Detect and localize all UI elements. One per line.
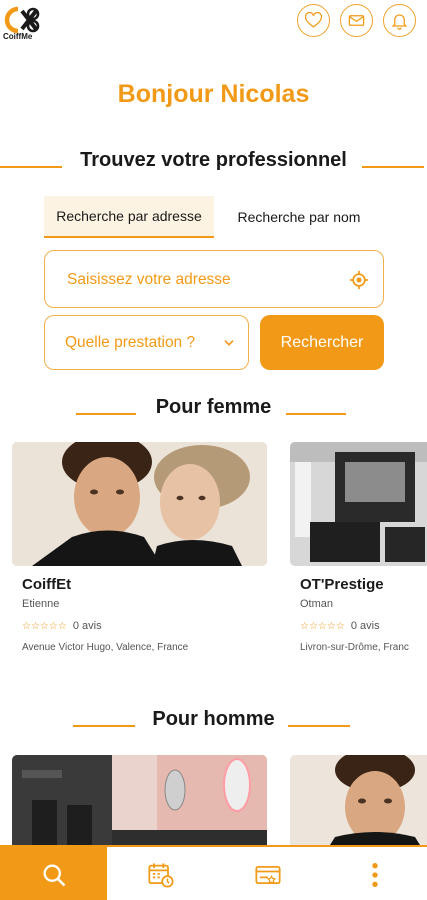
salon-address: Livron-sur-Drôme, Franc [300, 642, 409, 653]
more-vertical-icon [371, 862, 378, 887]
salon-rating: ☆☆☆☆☆ 0 avis [300, 620, 380, 632]
search-button[interactable]: Rechercher [260, 315, 384, 370]
locate-icon[interactable] [349, 270, 369, 290]
salon-name[interactable]: OT'Prestige [300, 576, 384, 593]
salon-rating: ☆☆☆☆☆ 0 avis [22, 620, 102, 632]
search-icon [43, 864, 65, 886]
salon-owner: Otman [300, 598, 334, 610]
heart-icon [304, 11, 323, 28]
review-count: 0 avis [350, 620, 380, 632]
salon-photo [290, 442, 427, 566]
messages-button[interactable] [340, 4, 373, 37]
nav-search[interactable] [0, 847, 107, 900]
app-header: CoiffMe [0, 0, 427, 44]
address-input[interactable]: Saisissez votre adresse [44, 250, 384, 308]
bell-icon [391, 14, 408, 30]
salon-card-image[interactable] [290, 755, 427, 845]
review-count: 0 avis [72, 620, 102, 632]
calendar-clock-icon [147, 862, 174, 888]
salon-owner: Etienne [22, 598, 60, 610]
nav-more[interactable] [321, 847, 427, 900]
nav-cards[interactable] [214, 847, 321, 900]
salon-name[interactable]: CoiffEt [22, 576, 71, 593]
divider-right [288, 725, 350, 727]
men-section-title: Pour homme [152, 708, 275, 730]
salon-photo [290, 755, 427, 845]
chevron-down-icon [224, 340, 234, 346]
favorites-button[interactable] [297, 4, 330, 37]
women-section-title: Pour femme [155, 396, 272, 418]
logo-text: CoiffMe [3, 32, 33, 41]
salon-card-image[interactable] [12, 755, 267, 845]
mail-icon [348, 15, 365, 26]
rating-stars: ☆☆☆☆☆ [22, 621, 67, 632]
tab-search-address[interactable]: Recherche par adresse [44, 196, 214, 238]
greeting-title: Bonjour Nicolas [117, 80, 310, 108]
service-select[interactable]: Quelle prestation ? [44, 315, 249, 370]
salon-card-image[interactable] [290, 442, 427, 566]
divider-right [362, 166, 424, 168]
card-icon [254, 865, 281, 884]
address-placeholder: Saisissez votre adresse [67, 271, 231, 288]
search-section-title: Trouvez votre professionnel [80, 149, 347, 171]
bottom-navigation [0, 845, 427, 900]
rating-stars: ☆☆☆☆☆ [300, 621, 345, 632]
divider-right [286, 413, 346, 415]
nav-appointments[interactable] [107, 847, 214, 900]
notifications-button[interactable] [383, 4, 416, 37]
salon-address: Avenue Victor Hugo, Valence, France [22, 642, 189, 653]
salon-photo [12, 755, 267, 845]
salon-card-image[interactable] [12, 442, 267, 566]
service-placeholder: Quelle prestation ? [65, 334, 196, 351]
tab-search-name[interactable]: Recherche par nom [226, 196, 372, 238]
salon-photo [12, 442, 267, 566]
